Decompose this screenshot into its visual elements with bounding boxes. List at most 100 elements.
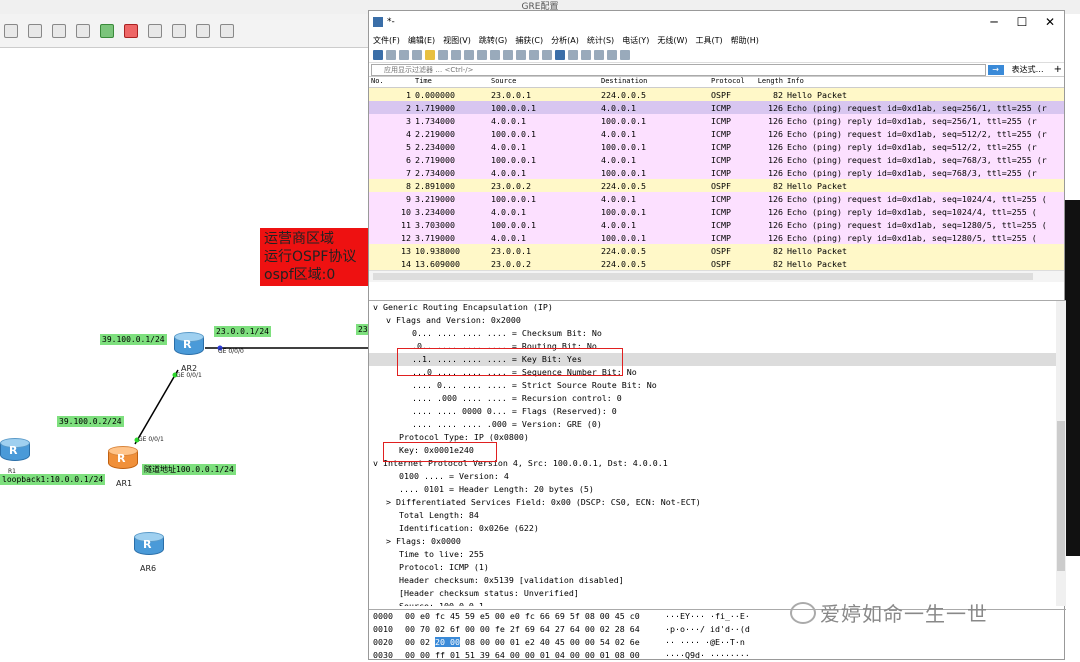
apply-filter-icon[interactable]: →: [987, 64, 1004, 75]
goto-icon[interactable]: [516, 49, 526, 60]
packet-row[interactable]: 10 3.234000 4.0.0.1 100.0.0.1 ICMP 126 Echo (p…: [369, 205, 1064, 218]
stop-icon[interactable]: [124, 23, 138, 38]
router-ar2[interactable]: R: [174, 332, 204, 356]
window-icon[interactable]: [196, 23, 210, 38]
router-ar1[interactable]: R: [108, 446, 138, 470]
detail-line[interactable]: .... 0... .... .... = Strict Source Rout…: [369, 379, 1066, 392]
menu-telephony[interactable]: 电话(Y): [622, 35, 649, 46]
detail-line[interactable]: 0100 .... = Version: 4: [369, 470, 1066, 483]
folder-icon[interactable]: [4, 23, 18, 38]
forward-icon[interactable]: [503, 49, 513, 60]
router-r1[interactable]: R: [0, 438, 30, 462]
zoom-in-icon[interactable]: [581, 49, 591, 60]
detail-line[interactable]: v Generic Routing Encapsulation (IP): [369, 301, 1066, 314]
col-source[interactable]: Source: [491, 77, 601, 87]
detail-line[interactable]: 0... .... .... .... = Checksum Bit: No: [369, 327, 1066, 340]
detail-line[interactable]: Protocol: ICMP (1): [369, 561, 1066, 574]
menu-tools[interactable]: 工具(T): [695, 35, 722, 46]
detail-line[interactable]: .... .... 0000 0... = Flags (Reserved): …: [369, 405, 1066, 418]
minimize-icon[interactable]: ─: [980, 15, 1008, 29]
options-icon[interactable]: [412, 49, 422, 60]
autoscroll-icon[interactable]: [555, 49, 565, 60]
zoom-normal-icon[interactable]: [607, 49, 617, 60]
topology-canvas[interactable]: 39.100.0.1/24 23.0.0.1/24 23 39.100.0.2/…: [0, 48, 370, 660]
zoom-out-icon[interactable]: [594, 49, 604, 60]
packet-row[interactable]: 1 0.000000 23.0.0.1 224.0.0.5 OSPF 82 Hello Pa…: [369, 88, 1064, 101]
resize-columns-icon[interactable]: [620, 49, 630, 60]
detail-line[interactable]: .... .... .... .000 = Version: GRE (0): [369, 418, 1066, 431]
find-icon[interactable]: [477, 49, 487, 60]
restart-capture-icon[interactable]: [399, 49, 409, 60]
capture-icon[interactable]: [172, 23, 186, 38]
packet-row[interactable]: 9 3.219000 100.0.0.1 4.0.0.1 ICMP 126 Echo (pi…: [369, 192, 1064, 205]
router-ar6[interactable]: R: [134, 532, 164, 556]
annotation-box-key: [383, 442, 497, 462]
col-destination[interactable]: Destination: [601, 77, 711, 87]
menu-help[interactable]: 帮助(H): [731, 35, 759, 46]
zoom-in-icon[interactable]: [28, 23, 42, 38]
area-note[interactable]: 运营商区域 运行OSPF协议 ospf区域:0: [260, 228, 370, 286]
packet-info: Echo (ping) request id=0xd1ab, seq=512/2…: [787, 128, 1047, 139]
col-info[interactable]: Info: [783, 77, 1064, 87]
back-icon[interactable]: [490, 49, 500, 60]
maximize-icon[interactable]: ☐: [1008, 15, 1036, 29]
packet-row[interactable]: 5 2.234000 4.0.0.1 100.0.0.1 ICMP 126 Echo (pi…: [369, 140, 1064, 153]
open-file-icon[interactable]: [425, 49, 435, 60]
bytes-row[interactable]: 0030 00 00 ff 01 51 39 64 00 00 01 04 00 …: [369, 649, 1066, 662]
detail-line[interactable]: Time to live: 255: [369, 548, 1066, 561]
menu-view[interactable]: 视图(V): [443, 35, 471, 46]
packet-row[interactable]: 2 1.719000 100.0.0.1 4.0.0.1 ICMP 126 Echo (pi…: [369, 101, 1064, 114]
save-file-icon[interactable]: [438, 49, 448, 60]
display-filter-input[interactable]: [371, 63, 986, 76]
packet-list-hscroll[interactable]: [369, 270, 1064, 282]
packet-row[interactable]: 11 3.703000 100.0.0.1 4.0.0.1 ICMP 126 Echo (p…: [369, 218, 1064, 231]
detail-line[interactable]: Header checksum: 0x5139 [validation disa…: [369, 574, 1066, 587]
detail-line[interactable]: Total Length: 84: [369, 509, 1066, 522]
menu-wireless[interactable]: 无线(W): [657, 35, 687, 46]
details-vscroll[interactable]: [1056, 301, 1066, 606]
menu-statistics[interactable]: 统计(S): [587, 35, 614, 46]
expression-button[interactable]: 表达式…: [1012, 64, 1044, 75]
detail-line[interactable]: .... .000 .... .... = Recursion control:…: [369, 392, 1066, 405]
first-icon[interactable]: [529, 49, 539, 60]
add-filter-icon[interactable]: +: [1054, 64, 1062, 75]
stop-capture-icon[interactable]: [386, 49, 396, 60]
packet-row[interactable]: 14 13.609000 23.0.0.2 224.0.0.5 OSPF 82 Hello …: [369, 257, 1064, 270]
camera-icon[interactable]: [220, 23, 234, 38]
zoom-out-icon[interactable]: [52, 23, 66, 38]
packet-dst: 4.0.0.1: [601, 193, 636, 204]
detail-line[interactable]: > Differentiated Services Field: 0x00 (D…: [369, 496, 1066, 509]
packet-row[interactable]: 6 2.719000 100.0.0.1 4.0.0.1 ICMP 126 Echo (pi…: [369, 153, 1064, 166]
menu-file[interactable]: 文件(F): [373, 35, 400, 46]
packet-info: Echo (ping) request id=0xd1ab, seq=768/3…: [787, 154, 1047, 165]
menu-edit[interactable]: 编辑(E): [408, 35, 435, 46]
fit-icon[interactable]: [76, 23, 90, 38]
reload-icon[interactable]: [464, 49, 474, 60]
menu-capture[interactable]: 捕获(C): [515, 35, 543, 46]
last-icon[interactable]: [542, 49, 552, 60]
packet-row[interactable]: 13 10.938000 23.0.0.1 224.0.0.5 OSPF 82 Hello …: [369, 244, 1064, 257]
packet-row[interactable]: 3 1.734000 4.0.0.1 100.0.0.1 ICMP 126 Echo (pi…: [369, 114, 1064, 127]
close-icon[interactable]: ✕: [1036, 15, 1064, 29]
close-file-icon[interactable]: [451, 49, 461, 60]
menu-analyze[interactable]: 分析(A): [551, 35, 579, 46]
col-time[interactable]: Time: [413, 77, 491, 87]
bytes-row[interactable]: 0020 00 02 20 00 08 00 00 01 e2 40 45 00 …: [369, 636, 1066, 649]
detail-line[interactable]: .... 0101 = Header Length: 20 bytes (5): [369, 483, 1066, 496]
packet-row[interactable]: 4 2.219000 100.0.0.1 4.0.0.1 ICMP 126 Echo (pi…: [369, 127, 1064, 140]
start-capture-icon[interactable]: [373, 49, 383, 60]
detail-line[interactable]: v Flags and Version: 0x2000: [369, 314, 1066, 327]
port-label: GE 0/0/1: [138, 436, 164, 443]
col-protocol[interactable]: Protocol: [711, 77, 753, 87]
start-icon[interactable]: [100, 23, 114, 38]
detail-line[interactable]: > Flags: 0x0000: [369, 535, 1066, 548]
cli-icon[interactable]: [148, 23, 162, 38]
col-length[interactable]: Length: [753, 77, 783, 87]
packet-row[interactable]: 12 3.719000 4.0.0.1 100.0.0.1 ICMP 126 Echo (p…: [369, 231, 1064, 244]
colorize-icon[interactable]: [568, 49, 578, 60]
packet-row[interactable]: 8 2.891000 23.0.0.2 224.0.0.5 OSPF 82 Hello Pa…: [369, 179, 1064, 192]
menu-go[interactable]: 跳转(G): [479, 35, 507, 46]
col-no[interactable]: No.: [369, 77, 413, 87]
detail-line[interactable]: Identification: 0x026e (622): [369, 522, 1066, 535]
packet-row[interactable]: 7 2.734000 4.0.0.1 100.0.0.1 ICMP 126 Echo (pi…: [369, 166, 1064, 179]
